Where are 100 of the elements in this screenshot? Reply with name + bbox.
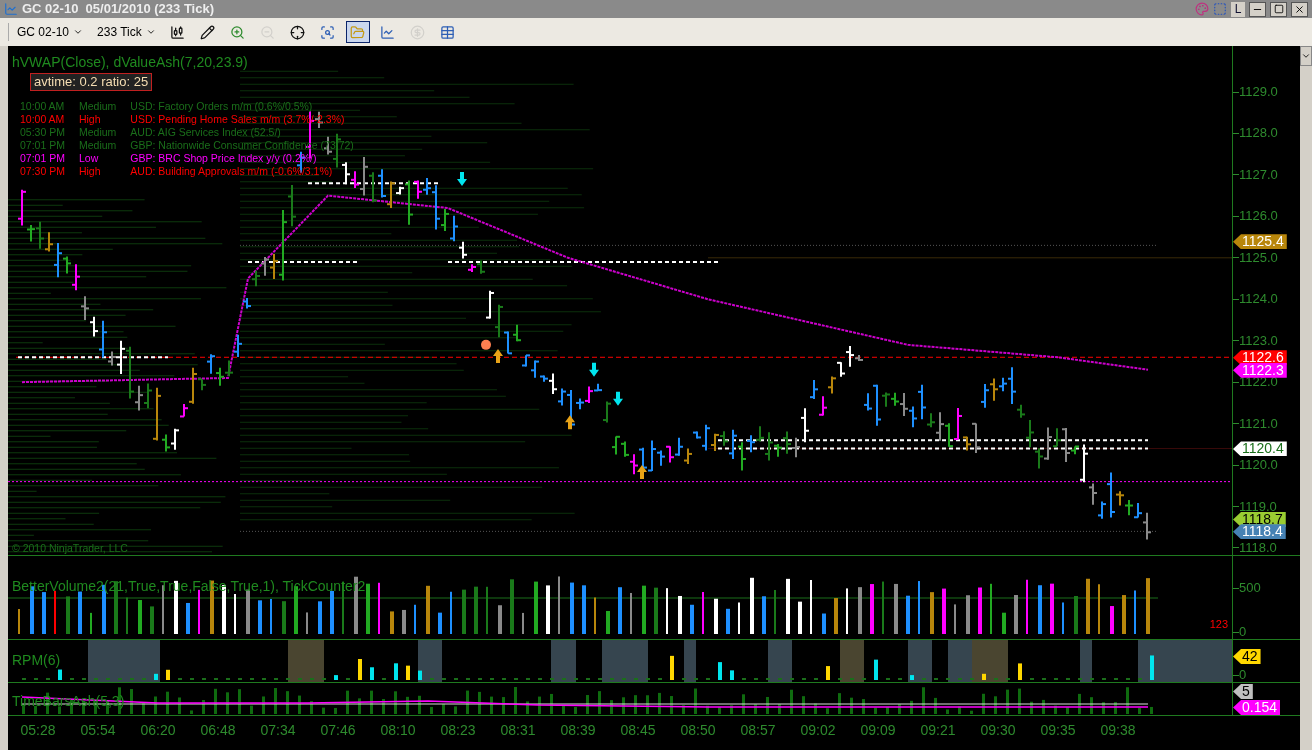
price-tick: 1123.0 <box>1239 333 1278 348</box>
time-label: 08:31 <box>499 721 537 740</box>
price-tick: 1125.0 <box>1239 250 1278 265</box>
time-label: 09:21 <box>919 721 957 740</box>
news-time: 07:01 PM <box>20 139 65 152</box>
stats-box: avtime: 0.2 ratio: 25 <box>30 73 153 91</box>
bars-icon <box>170 24 186 40</box>
price-marker: 0.154 <box>1233 700 1281 715</box>
rpm-bar <box>406 665 410 680</box>
instrument-dropdown[interactable]: GC 02-10 <box>8 23 88 41</box>
close-icon <box>1294 3 1305 15</box>
window-title: GC 02-10 05/01/2010 (233 Tick) <box>22 0 214 19</box>
volume-tick: 0 <box>1239 625 1247 639</box>
rpm-bar <box>718 662 722 680</box>
period-dropdown[interactable]: 233 Tick <box>93 23 160 41</box>
price-tick: 1126.0 <box>1239 209 1278 224</box>
price-tick: 1124.0 <box>1239 292 1278 307</box>
highlight-zone <box>908 640 932 682</box>
time-label: 05:54 <box>79 721 117 740</box>
price-tick: 1119.0 <box>1239 499 1277 514</box>
rpm-bar <box>394 663 398 680</box>
highlight-zone <box>840 640 864 682</box>
rpm-bar <box>334 675 338 680</box>
caret-icon <box>1301 51 1311 61</box>
news-impact: Low <box>78 152 100 165</box>
indicator-label: hVWAP(Close), dValueAsh(7,20,23.9) <box>12 53 248 72</box>
time-label: 08:50 <box>679 721 717 740</box>
time-label: 08:23 <box>439 721 477 740</box>
rpm-tick: 0 <box>1239 668 1247 682</box>
close-button[interactable] <box>1291 1 1308 17</box>
news-time: 07:01 PM <box>20 152 65 165</box>
crosshair-icon <box>290 24 306 40</box>
highlight-zone <box>602 640 648 682</box>
highlight-zone <box>88 640 160 682</box>
tick-counter: 123 <box>1209 617 1228 632</box>
up-arrow-icon <box>565 415 575 430</box>
rpm-bar <box>826 666 830 680</box>
news-impact: High <box>78 165 102 178</box>
pencil-icon <box>200 24 216 40</box>
price-tick: 1121.0 <box>1239 416 1278 431</box>
caret-icon <box>73 27 84 37</box>
down-arrow-icon <box>589 362 599 377</box>
highlight-zone <box>288 640 324 682</box>
highlight-zone <box>684 640 696 682</box>
news-impact: Medium <box>78 139 117 152</box>
price-tick: 1118.0 <box>1239 540 1277 555</box>
maximize-icon <box>1273 4 1284 14</box>
news-time: 10:00 AM <box>20 100 65 113</box>
rpm-bar <box>670 655 674 680</box>
price-tick: 1127.0 <box>1239 167 1278 182</box>
news-time: 07:30 PM <box>20 165 65 178</box>
copyright-text: © 2010 NinjaTrader, LLC <box>12 541 128 555</box>
time-label: 09:02 <box>799 721 837 740</box>
chart-icon <box>4 2 18 16</box>
time-label: 05:28 <box>19 721 57 740</box>
time-label: 08:45 <box>619 721 657 740</box>
price-marker: 1118.4 <box>1233 524 1286 540</box>
rpm-bar <box>1018 663 1022 680</box>
rpm-bar <box>166 669 170 680</box>
tag-button[interactable]: L <box>1231 1 1245 17</box>
highlight-zone <box>1080 640 1092 682</box>
time-label: 09:38 <box>1099 721 1137 740</box>
zoom-in-icon <box>230 24 246 40</box>
line-chart-icon <box>380 24 396 40</box>
rpm-bar <box>730 670 734 680</box>
minimize-button[interactable] <box>1249 1 1266 17</box>
rpm-bar <box>370 667 374 680</box>
time-label: 09:35 <box>1039 721 1077 740</box>
up-arrow-icon <box>493 349 503 363</box>
down-arrow-icon <box>613 391 623 406</box>
maximize-button[interactable] <box>1270 1 1287 17</box>
down-arrow-icon <box>457 172 467 187</box>
time-label: 09:30 <box>979 721 1017 740</box>
price-marker: 5 <box>1233 684 1253 699</box>
rpm-bar <box>58 669 62 680</box>
price-marker: 42 <box>1233 649 1261 664</box>
rpm-bar <box>418 670 422 680</box>
price-tick: 1122.0 <box>1239 375 1278 390</box>
news-event: USD: Factory Orders m/m (0.6%/0.5%) <box>130 100 314 113</box>
news-time: 05:30 PM <box>20 126 65 139</box>
news-time: 10:00 AM <box>20 113 65 126</box>
data-series-button[interactable] <box>345 21 370 43</box>
rpm-bar <box>1150 655 1154 680</box>
time-label: 07:46 <box>319 721 357 740</box>
volume-tick: 500 <box>1239 581 1261 595</box>
news-impact: Medium <box>78 126 117 139</box>
highlight-zone <box>551 640 576 682</box>
highlight-zone <box>418 640 442 682</box>
rpm-bar <box>874 659 878 680</box>
news-impact: High <box>78 113 102 126</box>
up-arrow-icon <box>637 465 647 480</box>
time-label: 09:09 <box>859 721 897 740</box>
time-label: 08:10 <box>379 721 417 740</box>
folder-icon <box>350 24 366 40</box>
time-label: 06:20 <box>139 721 177 740</box>
rpm-bar <box>358 659 362 680</box>
price-marker: 1120.4 <box>1233 441 1287 457</box>
news-event: AUD: AIG Services Index (52.5/) <box>130 126 282 139</box>
indicator-label: RPM(6) <box>12 651 61 670</box>
price-tick: 1120.0 <box>1239 458 1278 473</box>
